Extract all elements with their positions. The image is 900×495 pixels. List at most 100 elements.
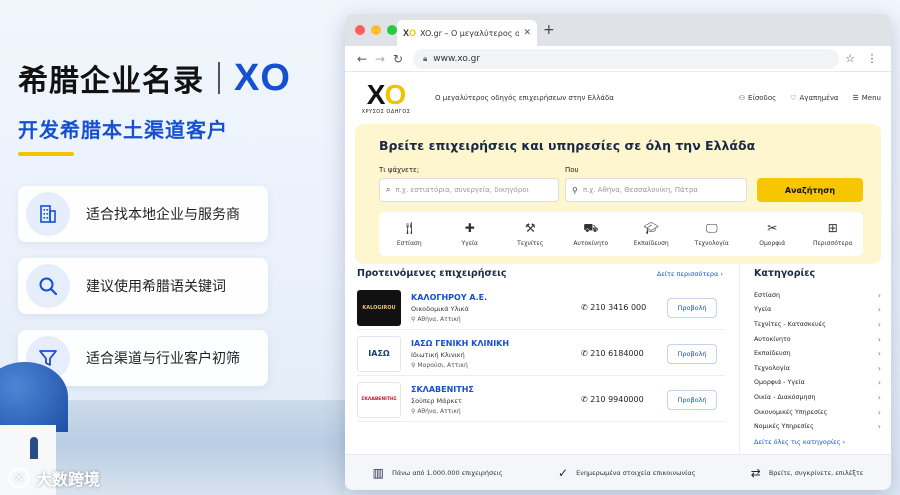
sidebar-category-label: Εκπαίδευση [754, 350, 791, 358]
sidebar-category-item[interactable]: Εστίαση › [754, 288, 881, 303]
building-icon [26, 192, 70, 236]
view-button[interactable]: Προβολή [667, 297, 717, 318]
business-info: ΣΚΛΑΒΕΝΙΤΗΣ Σούπερ Μάρκετ ⚲ Αθήνα, Αττικ… [411, 385, 581, 415]
category-dining[interactable]: 🍴︎ Εστίαση [383, 221, 435, 247]
feature-card-local-business: 适合找本地企业与服务商 [18, 186, 268, 242]
chevron-right-icon: › [877, 407, 881, 417]
business-row[interactable]: ΣΚΛΑΒΕΝΙΤΗΣ ΣΚΛΑΒΕΝΙΤΗΣ Σούπερ Μάρκετ ⚲ … [357, 378, 725, 422]
where-label: Που [565, 166, 579, 174]
category-beauty[interactable]: ✂ Ομορφιά [746, 221, 798, 247]
sidebar-category-label: Υγεία [754, 306, 772, 314]
business-phone[interactable]: ✆ 210 6184000 [581, 349, 659, 358]
chevron-right-icon: › [877, 334, 881, 344]
maximize-window-button[interactable] [387, 25, 397, 35]
lock-icon: 🔒︎ [423, 53, 428, 63]
recommended-header: Προτεινόμενες επιχειρήσεις Δείτε περισσό… [357, 268, 723, 279]
sidebar-category-item[interactable]: Οικονομικές Υπηρεσίες › [754, 405, 881, 420]
watermark: ✕ 大数跨境 [8, 466, 100, 490]
category-car[interactable]: ⛟ Αυτοκίνητο [565, 221, 617, 247]
scissors-icon: ✂ [767, 221, 778, 235]
watermark-text: 大数跨境 [36, 470, 101, 489]
promo-title: 希腊企业名录 [18, 64, 204, 99]
minimize-window-button[interactable] [371, 25, 381, 35]
sidebar-category-item[interactable]: Υγεία › [754, 303, 881, 318]
browser-window: XO XO.gr – Ο μεγαλύτερος οδηγός επιχειρή… [345, 14, 891, 490]
sidebar-category-item[interactable]: Τεχνολογία › [754, 361, 881, 376]
category-craftsmen[interactable]: ⚒ Τεχνίτες [504, 221, 556, 247]
footer-item: ▥ Πάνω από 1.000.000 επιχειρήσεις [372, 465, 503, 480]
address-bar: ← → ↻ 🔒︎ www.xo.gr ☆ ⋮ [345, 46, 891, 72]
see-more-link[interactable]: Δείτε περισσότερα › [657, 270, 723, 278]
sidebar-list: Εστίαση › Υγεία › Τεχνίτες - Κατασκευές › Αυτο… [754, 288, 881, 434]
view-button[interactable]: Προβολή [667, 389, 717, 410]
chevron-right-icon: › [877, 378, 881, 388]
business-location: ⚲ Αθήνα, Αττική [411, 407, 461, 415]
sidebar-category-item[interactable]: Αυτοκίνητο › [754, 332, 881, 347]
xo-logo[interactable]: XO ΧΡΥΣΟΣ ΟΔΗΓΟΣ [355, 79, 417, 116]
sidebar-category-item[interactable]: Οικία - Διακόσμηση › [754, 390, 881, 405]
business-name[interactable]: ΣΚΛΑΒΕΝΙΤΗΣ [411, 385, 581, 394]
close-window-button[interactable] [355, 25, 365, 35]
window-controls [355, 25, 397, 35]
category-more[interactable]: ⊞ Περισσότερα [807, 221, 859, 247]
url-text: www.xo.gr [433, 53, 481, 64]
close-tab-icon[interactable]: ✕ [523, 28, 531, 38]
sidebar-category-label: Νομικές Υπηρεσίες [754, 423, 814, 431]
business-type: Ιδιωτική Κλινική [411, 350, 465, 359]
user-icon: ⚇ [738, 94, 746, 102]
sidebar-category-item[interactable]: Εκπαίδευση › [754, 346, 881, 361]
category-health[interactable]: ✚ Υγεία [444, 221, 496, 247]
check-circle-icon: ✓ [558, 465, 569, 480]
search-button[interactable]: Αναζήτηση [757, 178, 863, 202]
business-name[interactable]: ΙΑΣΩ ΓΕΝΙΚΗ ΚΛΙΝΙΚΗ [411, 339, 581, 348]
health-cross-icon: ✚ [464, 221, 475, 235]
footer-item: ⇄ Βρείτε, συγκρίνετε, επιλέξτε [750, 465, 864, 480]
where-search-input[interactable]: ⚲ π.χ. Αθήνα, Θεσσαλονίκη, Πάτρα [565, 178, 747, 202]
grid-icon: ⊞ [827, 221, 838, 235]
business-phone[interactable]: ✆ 210 9940000 [581, 395, 659, 404]
category-education[interactable]: 🎓︎ Εκπαίδευση [625, 221, 677, 247]
login-link[interactable]: ⚇ Είσοδος [739, 94, 776, 102]
sidebar-category-item[interactable]: Νομικές Υπηρεσίες › [754, 419, 881, 434]
new-tab-button[interactable]: + [543, 22, 555, 38]
bookmark-star-icon[interactable]: ☆ [839, 52, 861, 65]
hero-title: Βρείτε επιχειρήσεις και υπηρεσίες σε όλη… [379, 138, 756, 153]
back-icon[interactable]: ← [353, 52, 371, 66]
swap-arrows-icon: ⇄ [750, 465, 761, 480]
monitor-icon: 🖵 [705, 221, 718, 235]
what-search-input[interactable]: ⌕ π.χ. εστιατόρια, συνεργεία, δικηγόροι [379, 178, 559, 202]
business-name[interactable]: ΚΑΛΟΓΗΡΟΥ Α.Ε. [411, 293, 581, 302]
search-icon: ⌕ [386, 185, 391, 194]
feature-label: 适合渠道与行业客户初筛 [86, 351, 240, 367]
car-icon: ⛟ [583, 221, 599, 235]
forward-icon[interactable]: → [371, 52, 389, 66]
menu-link[interactable]: ☰ Menu [852, 94, 881, 102]
favorites-link[interactable]: ♡ Αγαπημένα [790, 94, 838, 102]
sidebar-category-item[interactable]: Ομορφιά - Υγεία › [754, 376, 881, 391]
search-hero: Βρείτε επιχειρήσεις και υπηρεσίες σε όλη… [355, 124, 881, 264]
more-menu-icon[interactable]: ⋮ [861, 52, 883, 65]
business-logo: KALOGIROU [357, 289, 401, 326]
all-categories-link[interactable]: Δείτε όλες τις κατηγορίες › [754, 438, 881, 446]
reload-icon[interactable]: ↻ [389, 52, 407, 66]
logo-subtitle: ΧΡΥΣΟΣ ΟΔΗΓΟΣ [361, 109, 411, 115]
graduation-cap-icon: 🎓︎ [643, 221, 659, 235]
business-row[interactable]: KALOGIROU ΚΑΛΟΓΗΡΟΥ Α.Ε. Οικοδομικά Υλικ… [357, 286, 725, 330]
logo-mark: XO [366, 79, 406, 110]
phone-icon: ✆ [581, 395, 591, 404]
view-button[interactable]: Προβολή [667, 343, 717, 364]
site-header: XO ΧΡΥΣΟΣ ΟΔΗΓΟΣ Ο μεγαλύτερος οδηγός επ… [345, 72, 891, 124]
where-placeholder: π.χ. Αθήνα, Θεσσαλονίκη, Πάτρα [582, 186, 698, 194]
browser-tab[interactable]: XO XO.gr – Ο μεγαλύτερος οδηγός επιχειρή… [397, 20, 537, 46]
category-technology[interactable]: 🖵 Τεχνολογία [686, 221, 738, 247]
business-phone[interactable]: ✆ 210 3416 000 [581, 303, 659, 312]
promo-subtitle: 开发希腊本土渠道客户 [18, 118, 228, 142]
feature-label: 建议使用希腊语关键词 [86, 279, 226, 295]
business-location: ⚲ Μαρούσι, Αττική [411, 361, 468, 369]
utensils-icon: 🍴︎ [401, 221, 417, 235]
business-info: ΚΑΛΟΓΗΡΟΥ Α.Ε. Οικοδομικά Υλικά ⚲ Αθήνα,… [411, 293, 581, 323]
tools-icon: ⚒ [524, 221, 536, 235]
sidebar-category-item[interactable]: Τεχνίτες - Κατασκευές › [754, 317, 881, 332]
business-row[interactable]: ΙΑΣΩ ΙΑΣΩ ΓΕΝΙΚΗ ΚΛΙΝΙΚΗ Ιδιωτική Κλινικ… [357, 332, 725, 376]
url-field[interactable]: 🔒︎ www.xo.gr [413, 48, 839, 69]
